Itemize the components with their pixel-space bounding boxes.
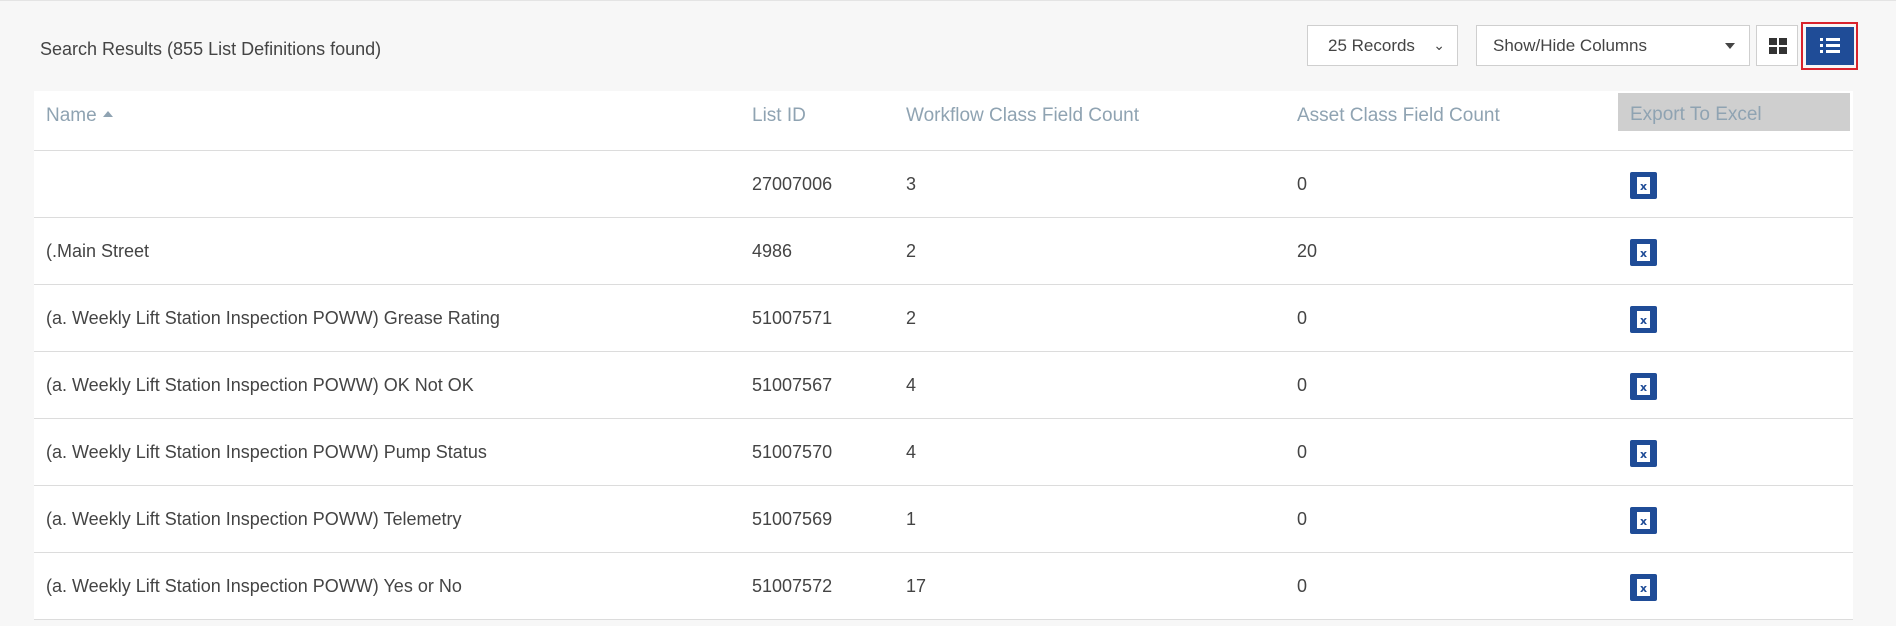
column-header-list-id[interactable]: List ID [752,91,806,150]
cell-asset-count: 0 [1297,308,1308,328]
column-header-name[interactable]: Name [46,91,113,150]
cell-workflow-count: 17 [906,576,927,596]
cell-name: (a. Weekly Lift Station Inspection POWW)… [46,375,474,395]
sort-ascending-icon [102,111,113,117]
cell-list-id: 51007571 [752,308,833,328]
table-header-row: Name List ID Workflow Class Field Count … [34,91,1853,151]
show-hide-columns-label: Show/Hide Columns [1493,36,1648,55]
cell-list-id: 27007006 [752,174,833,194]
cell-list-id: 51007569 [752,509,833,529]
list-definitions-table: Name List ID Workflow Class Field Count … [34,91,1853,620]
cell-workflow-count: 1 [906,509,917,529]
cell-list-id: 4986 [752,241,793,261]
cell-list-id: 51007567 [752,375,833,395]
column-header-name-label: Name [46,105,97,126]
column-header-asset-count[interactable]: Asset Class Field Count [1297,91,1500,150]
records-per-page-select[interactable]: 25 Records ⌄ [1307,25,1458,66]
table-row: (a. Weekly Lift Station Inspection POWW)… [34,419,1853,486]
results-summary: Search Results (855 List Definitions fou… [40,39,382,59]
search-results-page: Search Results (855 List Definitions fou… [0,0,1896,626]
chevron-down-icon: ⌄ [1433,37,1445,53]
results-toolbar: Search Results (855 List Definitions fou… [0,1,1896,89]
cell-asset-count: 0 [1297,576,1308,596]
table-row: 27007006 3 0 x [34,151,1853,218]
table-row: (a. Weekly Lift Station Inspection POWW)… [34,352,1853,419]
cell-asset-count: 0 [1297,442,1308,462]
cell-list-id: 51007572 [752,576,833,596]
excel-file-icon[interactable]: x [1630,440,1657,467]
records-per-page-value: 25 Records [1328,36,1415,55]
table-row: (a. Weekly Lift Station Inspection POWW)… [34,553,1853,620]
excel-file-icon[interactable]: x [1630,373,1657,400]
cell-asset-count: 0 [1297,174,1308,194]
cell-name: (a. Weekly Lift Station Inspection POWW)… [46,442,487,462]
excel-file-icon[interactable]: x [1630,306,1657,333]
cell-workflow-count: 4 [906,375,917,395]
cell-list-id: 51007570 [752,442,833,462]
table-body: 27007006 3 0 x (.Main Street 4986 2 20 x… [34,151,1853,620]
table-row: (a. Weekly Lift Station Inspection POWW)… [34,486,1853,553]
cell-workflow-count: 4 [906,442,917,462]
caret-down-icon [1725,43,1735,49]
cell-name: (a. Weekly Lift Station Inspection POWW)… [46,308,500,328]
cell-name: (a. Weekly Lift Station Inspection POWW)… [46,509,462,529]
cell-name: (.Main Street [46,241,150,261]
excel-file-icon[interactable]: x [1630,172,1657,199]
table-row: (.Main Street 4986 2 20 x [34,218,1853,285]
cell-asset-count: 0 [1297,375,1308,395]
cell-workflow-count: 3 [906,174,917,194]
table-row: (a. Weekly Lift Station Inspection POWW)… [34,285,1853,352]
excel-file-icon[interactable]: x [1630,507,1657,534]
excel-file-icon[interactable]: x [1630,574,1657,601]
cell-workflow-count: 2 [906,241,917,261]
cell-name: (a. Weekly Lift Station Inspection POWW)… [46,576,462,596]
grid-view-button[interactable] [1756,25,1798,66]
list-view-button[interactable] [1806,27,1854,65]
cell-asset-count: 0 [1297,509,1308,529]
show-hide-columns-dropdown[interactable]: Show/Hide Columns [1476,25,1750,66]
cell-workflow-count: 2 [906,308,917,328]
column-header-export: Export To Excel [1618,93,1850,131]
excel-file-icon[interactable]: x [1630,239,1657,266]
cell-asset-count: 20 [1297,241,1318,261]
column-header-workflow-count[interactable]: Workflow Class Field Count [906,91,1139,150]
